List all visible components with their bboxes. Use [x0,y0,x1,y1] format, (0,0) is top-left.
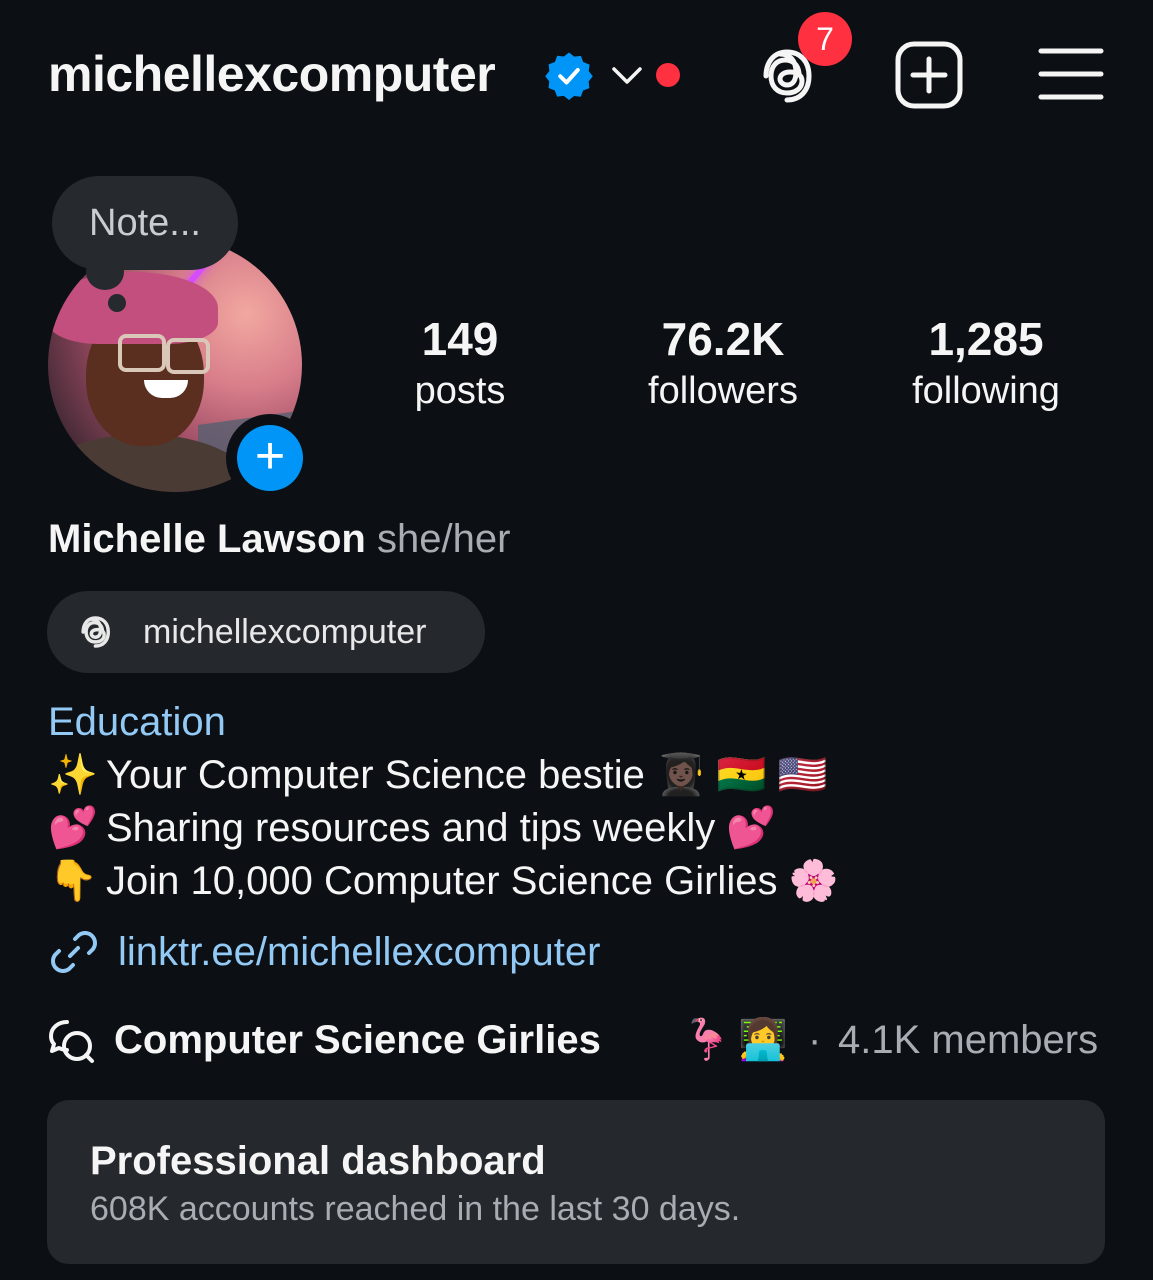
add-square-icon[interactable] [894,40,964,110]
bio-text: Sharing resources and tips weekly 💕 [106,806,777,850]
full-name: Michelle Lawson she/her [48,514,510,564]
chevron-down-icon[interactable] [610,60,644,90]
bio-line: 👇 Join 10,000 Computer Science Girlies 🌸 [48,855,838,907]
bio-text: Your Computer Science bestie 👩🏿‍🎓 🇬🇭 🇺🇸 [106,753,828,797]
flamingo-icon: 🦩 [682,1018,732,1062]
channel-name: Computer Science Girlies [114,1018,601,1062]
chat-bubbles-icon [49,1020,94,1063]
note-bubble[interactable]: Note... [52,176,238,270]
notification-badge: 7 [798,12,852,66]
threads-handle: michellexcomputer [143,613,427,651]
followers-stat[interactable]: 76.2K followers [613,312,833,416]
bio-text: Join 10,000 Computer Science Girlies 🌸 [106,859,839,903]
plus-icon: + [237,425,303,491]
pronouns: she/her [376,517,511,561]
sparkles-icon: ✨ [48,753,98,797]
technologist-icon: 👩‍💻 [738,1018,788,1062]
channel-members: 4.1K members [838,1018,1099,1062]
following-stat[interactable]: 1,285 following [876,312,1096,416]
bio-line: ✨ Your Computer Science bestie 👩🏿‍🎓 🇬🇭 🇺🇸 [48,749,828,801]
following-label: following [912,370,1060,412]
full-name-text: Michelle Lawson [48,517,366,561]
professional-dashboard-card[interactable]: Professional dashboard 608K accounts rea… [47,1100,1105,1264]
unread-dot [656,63,680,87]
followers-label: followers [648,370,798,412]
menu-icon[interactable] [1038,46,1104,102]
followers-count: 76.2K [661,313,785,365]
bio-link-text[interactable]: linktr.ee/michellexcomputer [118,924,600,980]
link-icon [51,931,97,973]
posts-stat[interactable]: 149 posts [350,312,570,416]
pointing-down-icon: 👇 [48,859,98,903]
hearts-icon: 💕 [48,806,98,850]
threads-profile-button[interactable]: michellexcomputer [47,591,485,673]
dashboard-title: Professional dashboard [90,1139,546,1183]
dashboard-subtitle: 608K accounts reached in the last 30 day… [90,1190,741,1228]
verified-badge-icon [545,52,593,100]
profile-username[interactable]: michellexcomputer [48,42,496,106]
posts-label: posts [414,370,506,412]
threads-icon [81,616,111,648]
posts-count: 149 [421,313,499,365]
bio-line: 💕 Sharing resources and tips weekly 💕 [48,802,776,854]
separator: · [808,1018,822,1062]
note-bubble-tail [86,254,124,290]
profile-category: Education [48,700,226,744]
following-count: 1,285 [928,313,1044,365]
add-story-button[interactable]: + [226,414,314,502]
note-bubble-tail-small [108,294,126,312]
